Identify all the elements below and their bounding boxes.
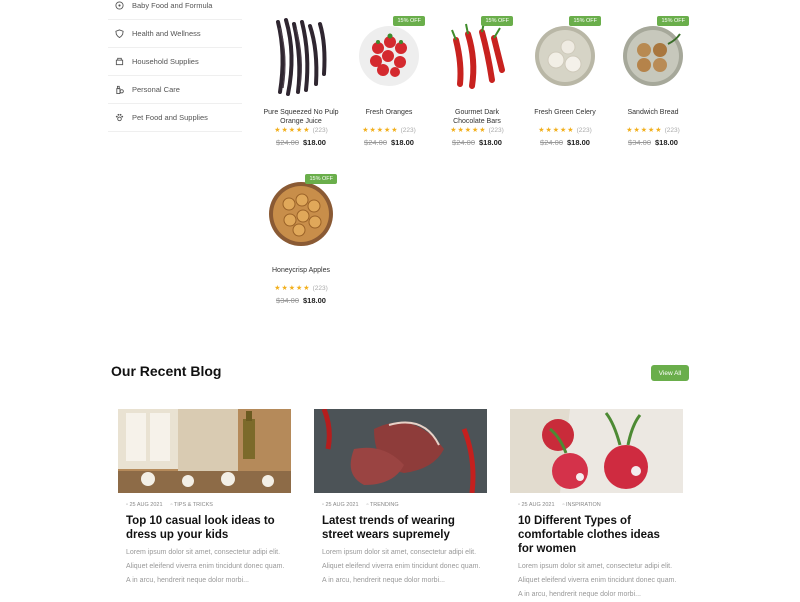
old-price: $34.00 [276, 296, 299, 305]
star-rating: ★★★★★ [274, 127, 311, 134]
sidebar-item-label: Health and Wellness [132, 29, 201, 38]
product-price: $24.00 $18.00 [527, 138, 603, 147]
blog-image[interactable] [314, 409, 487, 493]
current-price: $18.00 [479, 138, 502, 147]
view-all-button[interactable]: View All [651, 365, 689, 381]
post-excerpt: Lorem ipsum dolor sit amet, consectetur … [322, 549, 481, 584]
blog-card[interactable]: 25 AUG 2021 TIPS & TRICKS Top 10 casual l… [118, 409, 291, 588]
post-title[interactable]: Latest trends of wearing street wears su… [322, 514, 481, 542]
star-rating: ★★★★★ [538, 127, 575, 134]
product-name[interactable]: Fresh Green Celery [527, 108, 603, 126]
product-image[interactable]: 15% OFF [263, 172, 339, 256]
baby-icon [114, 1, 124, 11]
product-name[interactable]: Sandwich Bread [615, 108, 691, 126]
old-price: $24.00 [364, 138, 387, 147]
old-price: $24.00 [540, 138, 563, 147]
current-price: $18.00 [655, 138, 678, 147]
product-price: $24.00 $18.00 [439, 138, 515, 147]
post-tag[interactable]: TRENDING [367, 502, 399, 508]
blog-card[interactable]: 25 AUG 2021 INSPIRATION 10 Different Type… [510, 409, 683, 602]
shield-icon [114, 29, 124, 39]
category-sidebar: Baby Food and Formula Health and Wellnes… [108, 0, 242, 132]
product-price: $24.00 $18.00 [263, 138, 339, 147]
current-price: $18.00 [303, 138, 326, 147]
sidebar-item-health[interactable]: Health and Wellness [108, 20, 242, 48]
blog-card[interactable]: 25 AUG 2021 TRENDING Latest trends of wea… [314, 409, 487, 588]
product-name[interactable]: Honeycrisp Apples [263, 266, 339, 284]
blog-image[interactable] [118, 409, 291, 493]
product-price: $24.00 $18.00 [351, 138, 427, 147]
product-name[interactable]: Gourmet Dark Chocolate Bars [439, 108, 515, 126]
review-count: (223) [312, 127, 328, 134]
product-rating: ★★★★★ (223) [527, 126, 603, 134]
product-card[interactable]: Pure Squeezed No Pulp Orange Juice ★★★★★… [263, 14, 339, 147]
product-rating: ★★★★★ (223) [439, 126, 515, 134]
section-title: Our Recent Blog [111, 363, 222, 379]
product-price: $34.00 $18.00 [263, 296, 339, 305]
product-card[interactable]: 15% OFF Honeycrisp Apples ★★★★★ (223) $34… [263, 172, 339, 305]
post-title[interactable]: 10 Different Types of comfortable clothe… [518, 514, 677, 556]
product-card[interactable]: 15% OFF Fresh Oranges ★★★★★ (223) $24.00 $… [351, 14, 427, 147]
product-card[interactable]: 15% OFF Sandwich Bread ★★★★★ (223) $34.00… [615, 14, 691, 147]
current-price: $18.00 [303, 296, 326, 305]
discount-badge: 15% OFF [481, 16, 513, 26]
post-date: 25 AUG 2021 [126, 502, 162, 508]
post-tag[interactable]: INSPIRATION [563, 502, 601, 508]
review-count: (223) [664, 127, 680, 134]
post-date: 25 AUG 2021 [322, 502, 358, 508]
post-date: 25 AUG 2021 [518, 502, 554, 508]
current-price: $18.00 [391, 138, 414, 147]
star-rating: ★★★★★ [362, 127, 399, 134]
discount-badge: 15% OFF [305, 174, 337, 184]
sidebar-item-pet-food[interactable]: Pet Food and Supplies [108, 104, 242, 132]
product-card[interactable]: 15% OFF Gourmet Dark Chocolate Bars ★★★★… [439, 14, 515, 147]
sidebar-item-label: Baby Food and Formula [132, 1, 213, 10]
blog-meta: 25 AUG 2021 TIPS & TRICKS [126, 502, 291, 508]
review-count: (223) [400, 127, 416, 134]
product-image[interactable]: 15% OFF [439, 14, 515, 98]
product-rating: ★★★★★ (223) [263, 126, 339, 134]
post-tag[interactable]: TIPS & TRICKS [171, 502, 213, 508]
post-title[interactable]: Top 10 casual look ideas to dress up you… [126, 514, 285, 542]
bottle-icon [114, 85, 124, 95]
discount-badge: 15% OFF [569, 16, 601, 26]
basket-icon [114, 57, 124, 67]
star-rating: ★★★★★ [626, 127, 663, 134]
post-excerpt: Lorem ipsum dolor sit amet, consectetur … [518, 563, 677, 598]
review-count: (223) [576, 127, 592, 134]
blog-meta: 25 AUG 2021 INSPIRATION [518, 502, 683, 508]
review-count: (223) [312, 285, 328, 292]
sidebar-item-household[interactable]: Household Supplies [108, 48, 242, 76]
paw-icon [114, 113, 124, 123]
review-count: (223) [488, 127, 504, 134]
product-price: $34.00 $18.00 [615, 138, 691, 147]
sidebar-item-label: Household Supplies [132, 57, 199, 66]
product-rating: ★★★★★ (223) [615, 126, 691, 134]
sidebar-item-personal-care[interactable]: Personal Care [108, 76, 242, 104]
sidebar-item-label: Personal Care [132, 85, 180, 94]
blog-image[interactable] [510, 409, 683, 493]
product-card[interactable]: 15% OFF Fresh Green Celery ★★★★★ (223) $2… [527, 14, 603, 147]
star-rating: ★★★★★ [450, 127, 487, 134]
post-excerpt: Lorem ipsum dolor sit amet, consectetur … [126, 549, 285, 584]
product-name[interactable]: Fresh Oranges [351, 108, 427, 126]
product-image[interactable]: 15% OFF [615, 14, 691, 98]
sidebar-item-label: Pet Food and Supplies [132, 113, 208, 122]
product-image[interactable]: 15% OFF [527, 14, 603, 98]
old-price: $24.00 [452, 138, 475, 147]
product-image[interactable] [263, 14, 339, 98]
product-rating: ★★★★★ (223) [351, 126, 427, 134]
old-price: $24.00 [276, 138, 299, 147]
star-rating: ★★★★★ [274, 285, 311, 292]
old-price: $34.00 [628, 138, 651, 147]
blog-meta: 25 AUG 2021 TRENDING [322, 502, 487, 508]
sidebar-item-baby-food[interactable]: Baby Food and Formula [108, 0, 242, 20]
product-rating: ★★★★★ (223) [263, 284, 339, 292]
discount-badge: 15% OFF [657, 16, 689, 26]
current-price: $18.00 [567, 138, 590, 147]
product-name[interactable]: Pure Squeezed No Pulp Orange Juice [263, 108, 339, 126]
discount-badge: 15% OFF [393, 16, 425, 26]
product-image[interactable]: 15% OFF [351, 14, 427, 98]
